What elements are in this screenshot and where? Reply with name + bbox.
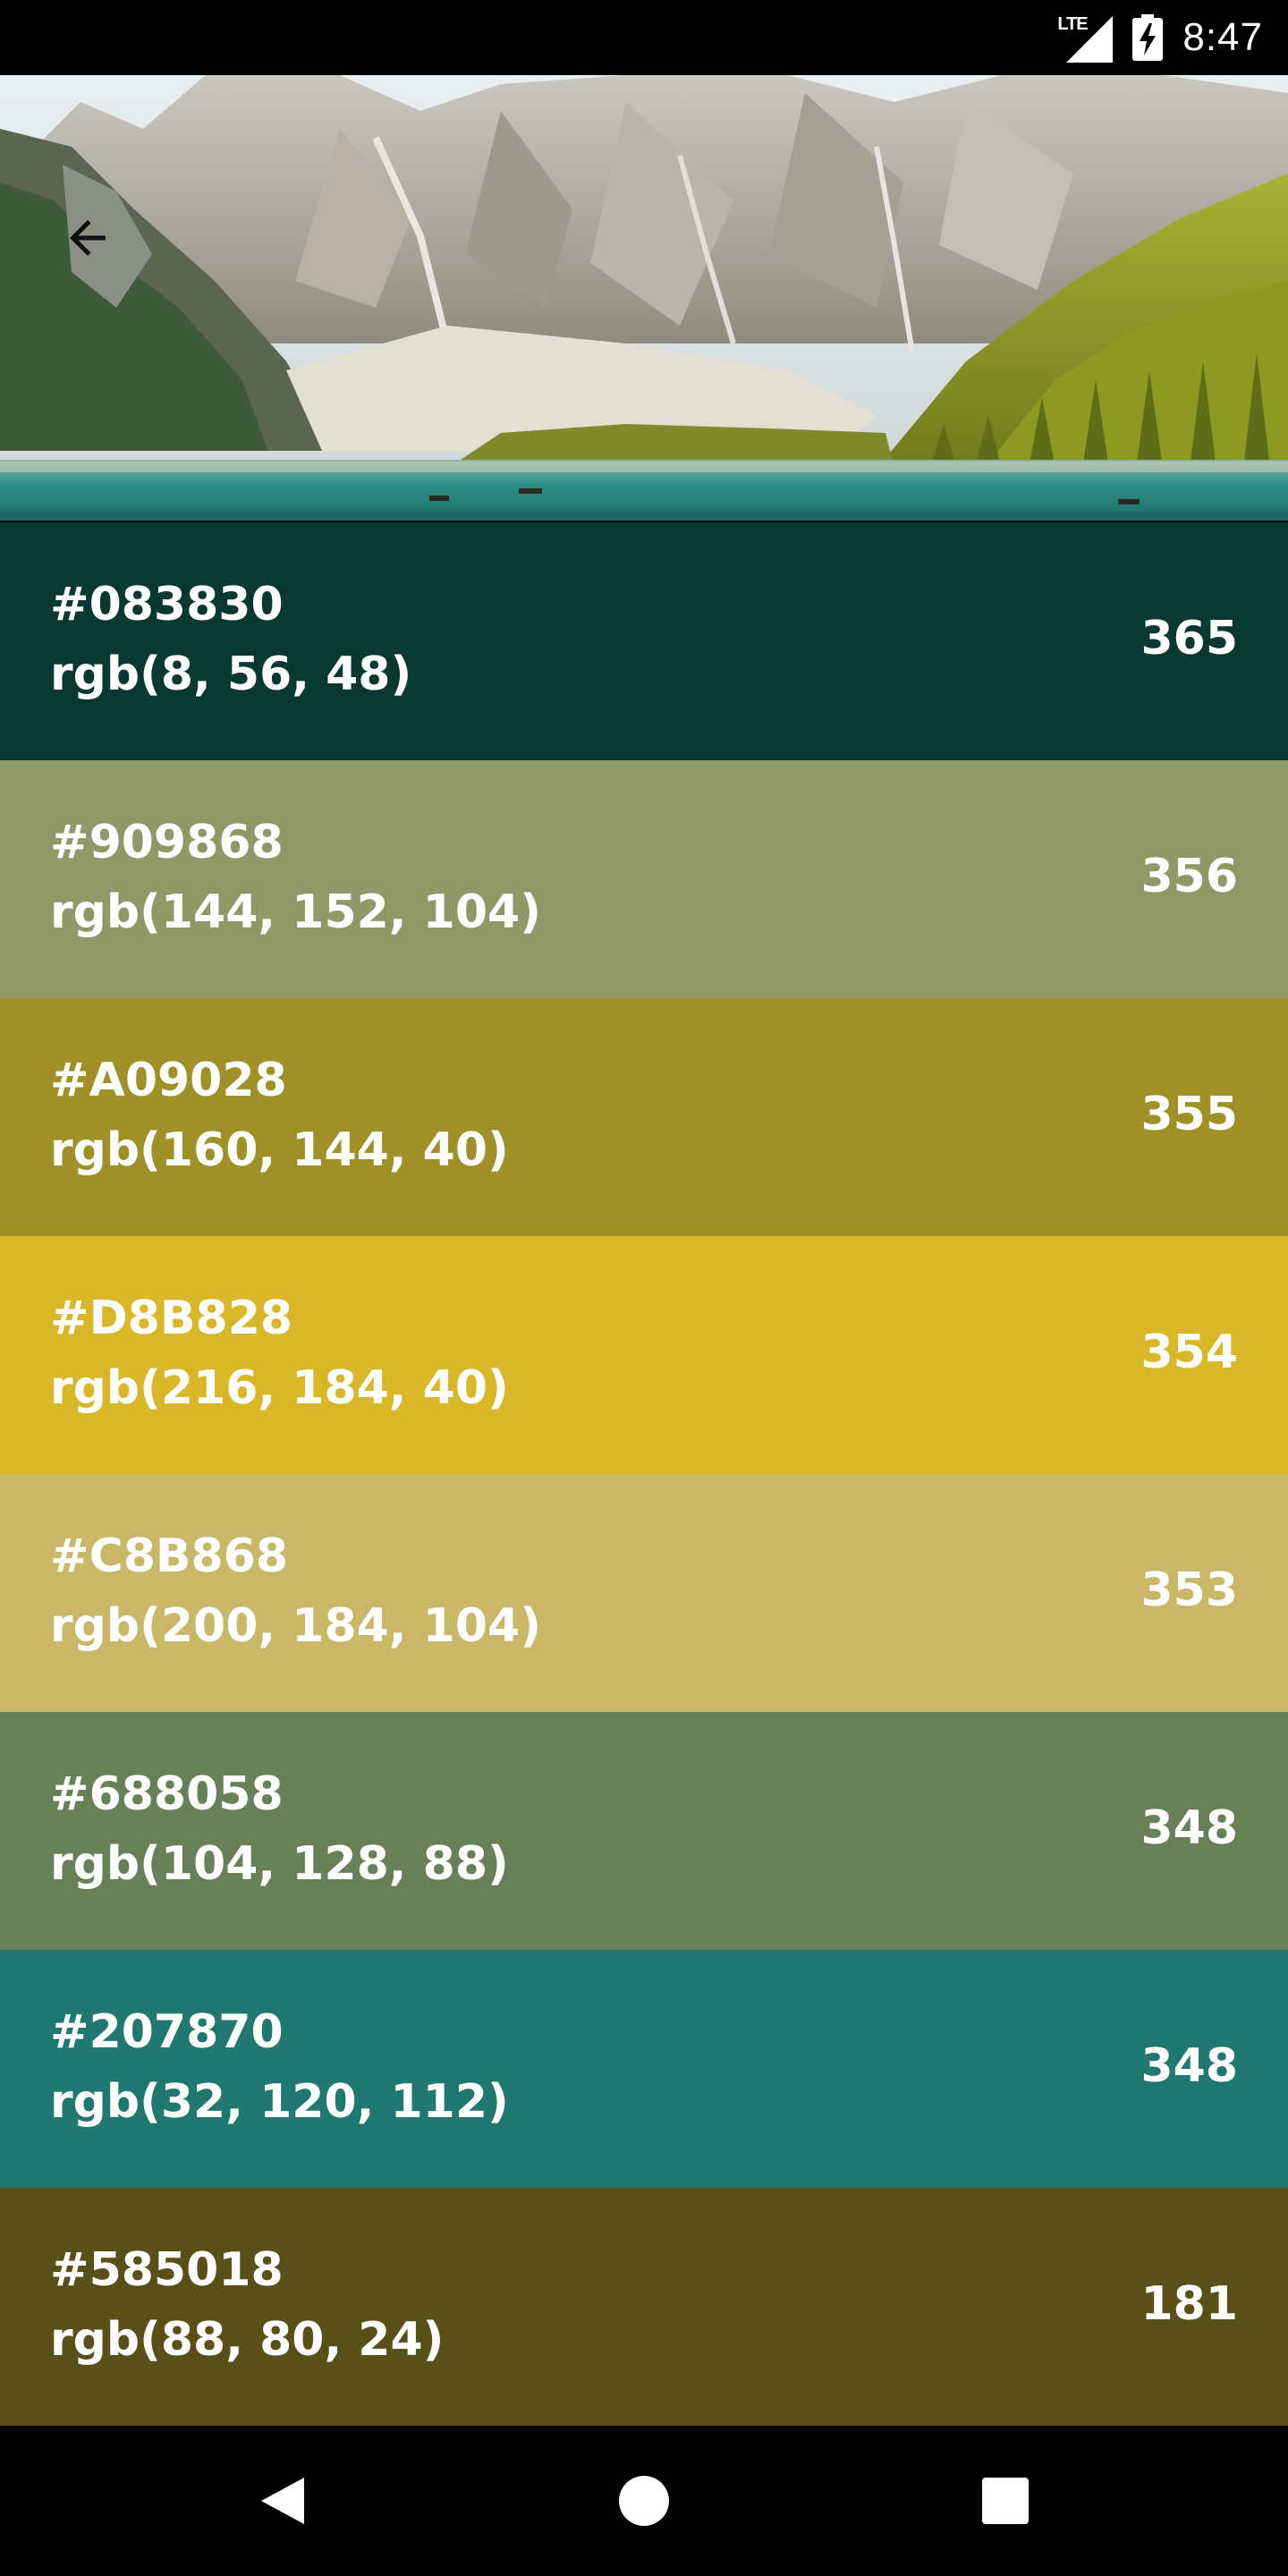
nav-home-icon — [619, 2476, 669, 2526]
swatch-count: 355 — [1140, 1088, 1238, 1141]
back-button[interactable] — [50, 200, 125, 275]
swatch-count: 365 — [1140, 612, 1238, 665]
arrow-back-icon — [70, 220, 106, 256]
swatch-hex: #688058 — [50, 1767, 284, 1821]
swatch-count: 348 — [1140, 2039, 1238, 2093]
nav-recents-button[interactable] — [934, 2426, 1077, 2576]
navigation-bar — [0, 2426, 1288, 2576]
palette-screen: LTE 8:47 #083830 rgb(8, 56, 48) 365 #909… — [0, 0, 1288, 2576]
swatch-hex: #207870 — [50, 2005, 284, 2059]
swatch-item[interactable]: #207870 rgb(32, 120, 112) 348 — [0, 1950, 1288, 2188]
signal-icon — [1066, 16, 1114, 63]
nav-recents-icon — [982, 2478, 1029, 2524]
battery-charging-icon — [1132, 14, 1164, 61]
swatch-item[interactable]: #083830 rgb(8, 56, 48) 365 — [0, 522, 1288, 760]
swatch-count: 348 — [1140, 1801, 1238, 1855]
swatch-rgb: rgb(144, 152, 104) — [50, 886, 541, 939]
nav-home-button[interactable] — [572, 2426, 716, 2576]
swatch-item[interactable]: #688058 rgb(104, 128, 88) 348 — [0, 1712, 1288, 1950]
swatch-rgb: rgb(200, 184, 104) — [50, 1599, 541, 1653]
swatch-item[interactable]: #C8B868 rgb(200, 184, 104) 353 — [0, 1474, 1288, 1712]
swatch-list: #083830 rgb(8, 56, 48) 365 #909868 rgb(1… — [0, 522, 1288, 2426]
swatch-rgb: rgb(8, 56, 48) — [50, 648, 412, 701]
clock: 8:47 — [1182, 15, 1263, 59]
swatch-rgb: rgb(216, 184, 40) — [50, 1361, 509, 1415]
swatch-hex: #909868 — [50, 816, 284, 869]
status-bar: LTE 8:47 — [0, 0, 1288, 75]
swatch-hex: #A09028 — [50, 1054, 287, 1107]
swatch-item[interactable]: #D8B828 rgb(216, 184, 40) 354 — [0, 1236, 1288, 1474]
swatch-count: 354 — [1140, 1326, 1238, 1379]
swatch-rgb: rgb(88, 80, 24) — [50, 2313, 445, 2367]
swatch-count: 181 — [1140, 2277, 1238, 2331]
lte-signal: LTE — [1057, 13, 1114, 63]
swatch-hex: #083830 — [50, 578, 284, 631]
swatch-item[interactable]: #585018 rgb(88, 80, 24) 181 — [0, 2188, 1288, 2426]
header-image — [0, 75, 1288, 521]
swatch-hex: #D8B828 — [50, 1292, 293, 1345]
nav-back-button[interactable] — [211, 2426, 354, 2576]
nav-back-icon — [261, 2478, 304, 2524]
swatch-hex: #585018 — [50, 2243, 284, 2297]
swatch-item[interactable]: #A09028 rgb(160, 144, 40) 355 — [0, 998, 1288, 1236]
mountain-lake-image — [0, 75, 1288, 521]
swatch-rgb: rgb(104, 128, 88) — [50, 1837, 509, 1891]
swatch-hex: #C8B868 — [50, 1530, 289, 1583]
status-icons: LTE 8:47 — [1057, 0, 1263, 75]
swatch-count: 353 — [1140, 1563, 1238, 1617]
swatch-rgb: rgb(160, 144, 40) — [50, 1123, 509, 1177]
swatch-count: 356 — [1140, 850, 1238, 903]
swatch-item[interactable]: #909868 rgb(144, 152, 104) 356 — [0, 760, 1288, 998]
swatch-rgb: rgb(32, 120, 112) — [50, 2075, 509, 2129]
